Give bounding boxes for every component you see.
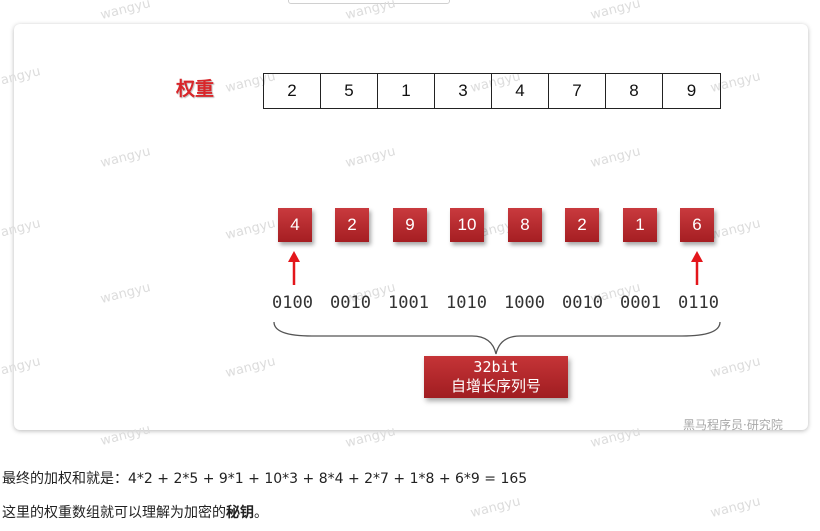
watermark-text: wangyu: [588, 0, 643, 23]
weight-cell: 9: [686, 81, 697, 100]
binary-group: 1001: [388, 293, 429, 313]
weight-cell: 5: [321, 74, 378, 108]
id-digit-box: 10: [450, 208, 484, 242]
badge-bits-label: 32bit: [473, 358, 519, 376]
watermark-text: wangyu: [708, 494, 763, 521]
formula-text: 最终的加权和就是：4*2 + 2*5 + 9*1 + 10*3 + 8*4 + …: [2, 471, 528, 487]
id-digit-box: 2: [335, 208, 369, 242]
weight-cell: 8: [606, 74, 663, 108]
up-arrow-icon: [691, 251, 703, 285]
weight-cell: 1: [378, 74, 435, 108]
id-digit-box: 6: [680, 208, 714, 242]
id-digit-box: 1: [623, 208, 657, 242]
badge-desc-label: 自增长序列号: [450, 377, 541, 395]
key-word: 秘钥: [226, 505, 254, 521]
watermark-text: wangyu: [98, 0, 153, 23]
id-digit-box: 9: [393, 208, 427, 242]
id-digit-box: 8: [508, 208, 542, 242]
binary-group: 1010: [446, 293, 487, 313]
weight-cell: 7: [549, 74, 606, 108]
weight-cell: 2: [264, 74, 321, 108]
binary-group: 1000: [504, 293, 545, 313]
id-digit-box: 2: [565, 208, 599, 242]
weight-title: 权重: [176, 78, 215, 100]
watermark-text: wangyu: [468, 494, 523, 521]
key-explanation: 这里的权重数组就可以理解为加密的秘钥。: [2, 502, 268, 522]
weight-cell: 3: [435, 74, 492, 108]
curly-brace-icon: [273, 321, 721, 355]
weight-table: 2 5 1 3 4 7 8 9: [263, 73, 721, 109]
binary-group: 0010: [562, 293, 603, 313]
key-explanation-prefix: 这里的权重数组就可以理解为加密的: [2, 505, 226, 521]
binary-group: 0110: [678, 293, 719, 313]
up-arrow-icon: [288, 251, 300, 285]
weight-cell: 4: [492, 74, 549, 108]
credit-label: 黑马程序员·研究院: [683, 418, 783, 432]
sequence-badge: 32bit 自增长序列号: [424, 356, 568, 398]
id-digit-box: 4: [278, 208, 312, 242]
binary-group: 0010: [330, 293, 371, 313]
key-explanation-suffix: 。: [254, 505, 268, 521]
top-tab-edge: [288, 0, 450, 4]
binary-group: 0001: [620, 293, 661, 313]
binary-group: 0100: [272, 293, 313, 313]
